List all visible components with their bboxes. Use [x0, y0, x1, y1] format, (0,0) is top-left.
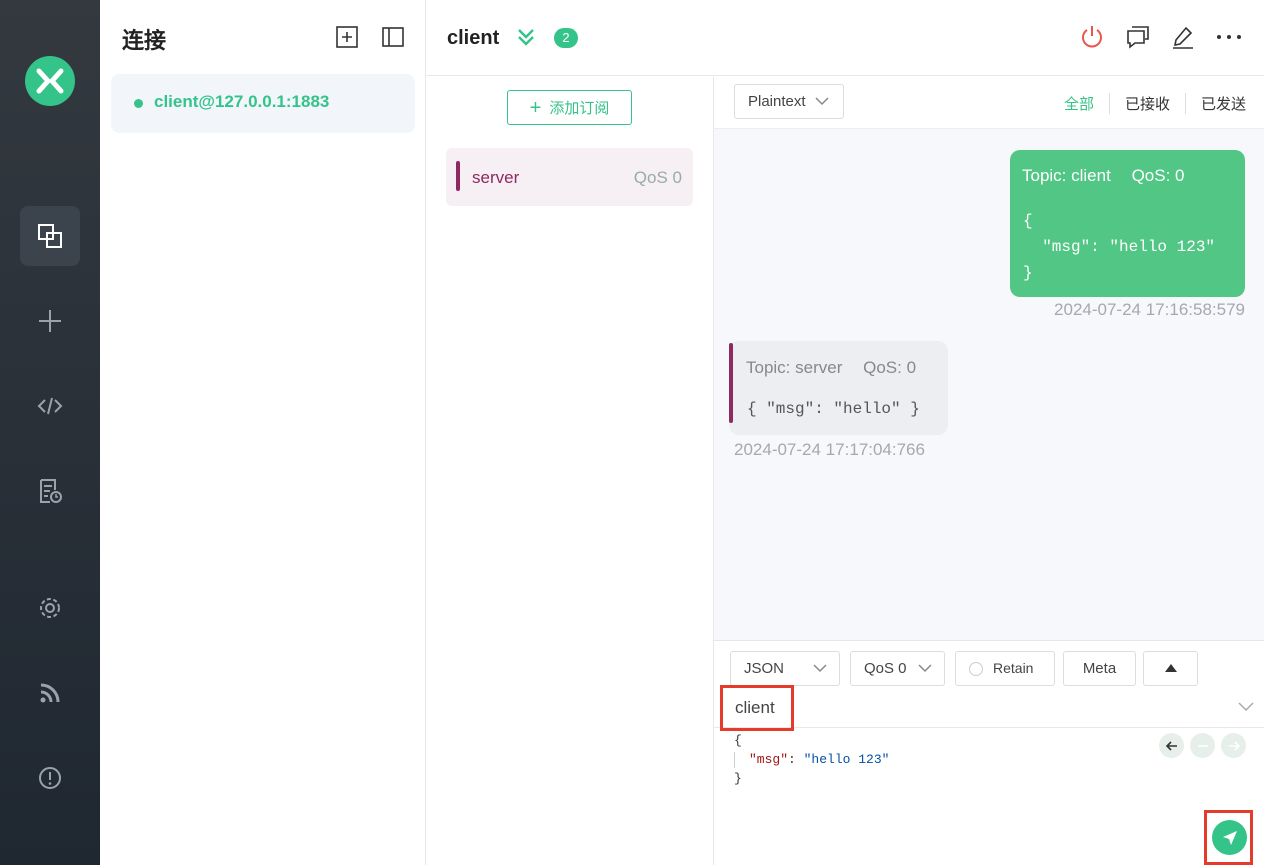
- connections-title: 连接: [122, 28, 167, 53]
- publish-qos-select[interactable]: QoS 0: [850, 651, 945, 686]
- send-icon: [1222, 830, 1237, 845]
- payload-format-value: Plaintext: [748, 93, 806, 110]
- message-filter-tabs: 全部 已接收 已发送: [1049, 93, 1246, 114]
- more-icon[interactable]: [1216, 24, 1242, 50]
- message-topic: Topic: server: [746, 358, 843, 377]
- add-connection-icon[interactable]: [335, 25, 359, 49]
- message-filter-bar: Plaintext 全部 已接收 已发送: [714, 77, 1264, 129]
- expand-publish-button[interactable]: [1143, 651, 1198, 686]
- subscription-color-bar: [456, 161, 460, 191]
- publish-format-value: JSON: [744, 660, 785, 677]
- message-payload: { "msg": "hello 123" }: [1023, 208, 1215, 286]
- plus-icon[interactable]: [20, 291, 80, 351]
- topic-underline: [714, 727, 1264, 728]
- send-button[interactable]: [1212, 820, 1247, 855]
- chat-icon[interactable]: [1125, 24, 1151, 50]
- payload-line: }: [1023, 264, 1033, 282]
- chevron-down-icon: [815, 97, 829, 106]
- log-icon[interactable]: [20, 461, 80, 521]
- info-icon[interactable]: [20, 748, 80, 808]
- publish-format-select[interactable]: JSON: [730, 651, 840, 686]
- mqttx-logo-icon[interactable]: [25, 56, 75, 106]
- connection-name: client@127.0.0.1:1883: [154, 92, 330, 111]
- payload-value: "hello 123": [803, 752, 890, 767]
- code-icon[interactable]: [20, 376, 80, 436]
- payload-key: "msg": [749, 752, 789, 767]
- payload-line: "msg": "hello 123": [1023, 238, 1216, 256]
- connection-title: client: [447, 27, 500, 49]
- message-topic: Topic: client: [1022, 166, 1111, 185]
- arrow-left-icon[interactable]: [1159, 733, 1184, 758]
- tab-received[interactable]: 已接收: [1108, 93, 1185, 114]
- tab-sent[interactable]: 已发送: [1184, 93, 1246, 114]
- payload-line: {: [1023, 212, 1033, 230]
- double-chevron-down-icon[interactable]: [515, 26, 537, 48]
- chevron-down-icon: [813, 664, 827, 673]
- outgoing-message[interactable]: Topic: client QoS: 0 { "msg": "hello 123…: [1010, 150, 1245, 297]
- send-highlight: [1204, 810, 1253, 865]
- topic-input[interactable]: client: [720, 685, 794, 731]
- payload-line: {: [734, 733, 742, 748]
- subscription-qos: QoS 0: [633, 168, 682, 187]
- message-time: 2024-07-24 17:17:04:766: [734, 440, 925, 459]
- payload-line: }: [734, 771, 742, 786]
- message-qos: QoS: 0: [1131, 166, 1185, 185]
- plus-icon: +: [529, 96, 542, 119]
- connections-panel: 连接 client@127.0.0.1:1883: [100, 0, 426, 865]
- toggle-sidebar-icon[interactable]: [381, 25, 405, 49]
- meta-button[interactable]: Meta: [1063, 651, 1136, 686]
- count-badge: 2: [554, 28, 578, 48]
- meta-label: Meta: [1082, 660, 1117, 677]
- message-payload: { "msg": "hello" }: [747, 400, 920, 418]
- message-list: Plaintext 全部 已接收 已发送 Topic: client QoS: …: [714, 77, 1264, 640]
- add-subscription-label: 添加订阅: [549, 100, 610, 117]
- connection-status-dot: [134, 99, 143, 108]
- retain-toggle[interactable]: Retain: [955, 651, 1055, 686]
- retain-radio[interactable]: [969, 662, 983, 676]
- incoming-message[interactable]: Topic: server QoS: 0 { "msg": "hello" }: [729, 341, 948, 435]
- retain-label: Retain: [993, 660, 1034, 676]
- arrow-right-icon[interactable]: [1221, 733, 1246, 758]
- tab-all[interactable]: 全部: [1049, 93, 1109, 114]
- subscription-item[interactable]: server QoS 0: [446, 148, 693, 206]
- payload-editor[interactable]: { "msg": "hello 123" }: [734, 731, 889, 788]
- edit-icon[interactable]: [1170, 24, 1196, 50]
- payload-colon: :: [788, 752, 804, 767]
- minus-icon[interactable]: [1190, 733, 1215, 758]
- chevron-down-icon: [918, 664, 932, 673]
- caret-up-icon: [1165, 664, 1177, 672]
- left-rail: [0, 0, 100, 865]
- chevron-down-icon[interactable]: [1238, 701, 1254, 711]
- connections-icon[interactable]: [20, 206, 80, 266]
- publish-qos-value: QoS 0: [864, 660, 907, 677]
- payload-line: "msg": "hello 123": [734, 750, 889, 769]
- message-topic-color-bar: [729, 343, 733, 423]
- message-header: Topic: server QoS: 0: [746, 358, 916, 378]
- message-header: Topic: client QoS: 0: [1022, 166, 1184, 186]
- message-qos: QoS: 0: [863, 358, 917, 377]
- rss-icon[interactable]: [20, 663, 80, 723]
- connection-header: client 2: [426, 0, 1264, 76]
- payload-format-select[interactable]: Plaintext: [734, 84, 844, 119]
- message-time: 2024-07-24 17:16:58:579: [1054, 300, 1245, 319]
- publish-panel: JSON QoS 0 Retain Meta client { "msg": "…: [714, 640, 1264, 865]
- gear-icon[interactable]: [20, 578, 80, 638]
- power-icon[interactable]: [1079, 24, 1105, 50]
- add-subscription-button[interactable]: + 添加订阅: [507, 90, 632, 125]
- connection-item[interactable]: client@127.0.0.1:1883: [111, 74, 415, 133]
- subscription-topic: server: [472, 168, 520, 187]
- subscriptions-panel: + 添加订阅 server QoS 0: [426, 77, 714, 865]
